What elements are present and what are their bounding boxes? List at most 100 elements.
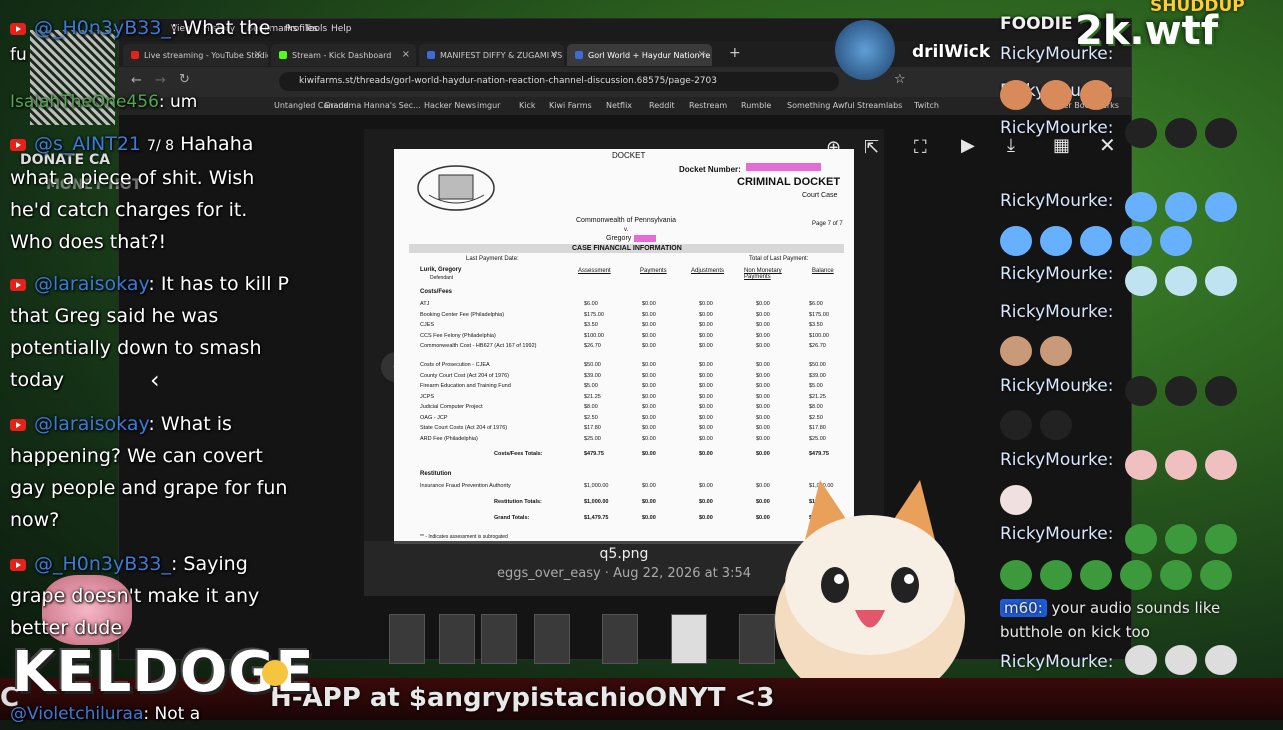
bookmark-item[interactable]: Kiwi Farms (549, 101, 592, 110)
thumbnail[interactable] (534, 614, 570, 664)
chat-username: RickyMourke: (1000, 118, 1114, 138)
tab-label: MANIFEST DIFFY & ZUGAMI VS (440, 50, 563, 60)
fee-row-cell: $175.00 (809, 311, 829, 318)
fee-row-cell: $0.00 (756, 343, 770, 349)
streamer-name: drilWick (912, 42, 991, 62)
fee-row-cell: $0.00 (756, 414, 770, 421)
chat-username: RickyMourke: (1000, 264, 1114, 284)
docket-label: Docket Number: (679, 165, 741, 174)
youtube-icon (10, 558, 26, 571)
bookmark-item[interactable]: Hacker News (424, 101, 476, 110)
bookmark-item[interactable]: Twitch (914, 101, 939, 110)
new-tab-button[interactable]: + (729, 45, 741, 61)
fee-row-cell: $50.00 (584, 362, 601, 368)
costs-total-cell: $0.00 (699, 451, 713, 457)
fee-row-cell: $0.00 (699, 301, 713, 307)
download-icon[interactable]: ⤓ (1007, 135, 1015, 156)
fee-row-cell: $17.80 (809, 425, 826, 431)
tab-manifest[interactable]: MANIFEST DIFFY & ZUGAMI VS × (419, 44, 564, 66)
col-adjustments: Adjustments (691, 268, 725, 274)
fee-row-cell: $6.00 (809, 301, 823, 307)
fee-row-cell: CCS Fee Felony (Philadelphia) (420, 332, 496, 339)
fee-row-cell: CJES (420, 322, 435, 328)
reload-icon[interactable]: ↻ (179, 72, 190, 87)
youtube-icon (10, 418, 26, 431)
close-icon[interactable]: × (402, 49, 410, 60)
thumbnail[interactable] (602, 614, 638, 664)
chat-message: @s_AINT21 7/ 8 Hahaha what a piece of sh… (10, 128, 295, 258)
fee-row-cell: $21.25 (584, 393, 601, 400)
thumbnail[interactable] (389, 614, 425, 664)
chat-message: @Violetchiluraa: Not a (10, 704, 201, 724)
url-field[interactable]: kiwifarms.st/threads/gorl-world-haydur-n… (279, 72, 839, 91)
chat-emote-icon (1205, 645, 1237, 675)
youtube-icon (10, 278, 26, 291)
chat-text: fu (10, 45, 27, 65)
bookmark-item[interactable]: imgur (477, 101, 500, 110)
fee-row-cell: $0.00 (756, 393, 770, 400)
fee-row-cell: ATJ (420, 301, 430, 307)
fee-row-cell: $3.50 (809, 322, 823, 328)
defendant-name: Lurik, Gregory (420, 267, 462, 273)
fee-row-cell: $2.50 (809, 414, 823, 421)
thumbnail[interactable] (439, 614, 475, 664)
chat-username: RickyMourke: (1000, 450, 1114, 470)
tab-gorl-world[interactable]: Gorl World + Haydur Nation re × (567, 44, 712, 66)
fee-row-cell: $0.00 (756, 425, 770, 431)
restitution-heading: Restitution (420, 471, 452, 477)
grand-total-cell: $0.00 (699, 515, 713, 521)
chat-emote-icon (1205, 376, 1237, 406)
bookmark-item[interactable]: Grandma Hanna's Sec... (324, 101, 421, 110)
fee-row-cell: $17.80 (584, 425, 601, 431)
thumbnail[interactable] (671, 614, 707, 664)
fee-row-cell: $0.00 (642, 311, 656, 318)
fee-row-cell: $0.00 (699, 322, 713, 328)
chat-emote-icon (1125, 266, 1157, 296)
restitution-total-cell: $1,000.00 (584, 499, 609, 505)
bookmark-item[interactable]: Netflix (606, 101, 632, 110)
grand-total-cell: $1,479.75 (584, 515, 609, 521)
chat-username: RickyMourke: (1000, 376, 1114, 396)
bookmark-item[interactable]: Restream (689, 101, 727, 110)
fee-row-cell: OAG - JCP (420, 414, 448, 421)
bookmark-item[interactable]: Rumble (741, 101, 771, 110)
chat-emote-icon (1120, 560, 1152, 590)
bookmark-item[interactable]: Reddit (649, 101, 675, 110)
chat-username: @s_AINT21 (34, 133, 141, 155)
chat-text: Not a (154, 704, 201, 724)
slideshow-play-icon[interactable]: ▶ (961, 135, 975, 156)
chat-emote-icon (1040, 410, 1072, 440)
restitution-total-cell: $0.00 (642, 499, 656, 505)
back-icon[interactable]: ← (131, 73, 142, 88)
chat-username: @laraisokay (34, 413, 149, 435)
bookmark-item[interactable]: Something Awful (787, 101, 855, 110)
bookmark-item[interactable]: Kick (519, 101, 536, 110)
close-icon[interactable]: × (550, 49, 558, 60)
fullscreen-icon[interactable]: ⛶ (914, 137, 927, 158)
open-external-icon[interactable]: ⇱ (864, 137, 879, 158)
thumbnail[interactable] (481, 614, 517, 664)
fee-row-cell: $0.00 (699, 332, 713, 339)
fee-row-cell: Booking Center Fee (Philadelphia) (420, 311, 505, 318)
menu-help[interactable]: Help (331, 24, 352, 34)
fee-row-cell: $26.70 (809, 343, 826, 349)
fee-row-cell: $0.00 (642, 404, 656, 410)
grid-icon[interactable]: ▦ (1053, 135, 1070, 156)
ticker-text: H-APP at $angrypistachioONYT <3 (270, 683, 775, 713)
doc-title: CRIMINAL DOCKET (737, 176, 841, 188)
fee-row-cell: $0.00 (642, 301, 656, 307)
chat-username: RickyMourke: (1000, 191, 1114, 211)
chat-emote-icon (1125, 192, 1157, 222)
tab-label: Gorl World + Haydur Nation re (588, 50, 711, 60)
bookmark-star-icon[interactable]: ☆ (894, 72, 906, 87)
forward-icon[interactable]: → (155, 73, 166, 88)
seal-icon (417, 165, 495, 211)
chevron-left-icon[interactable]: ‹ (150, 366, 160, 394)
fee-row-cell: $0.00 (699, 393, 713, 400)
youtube-icon (10, 22, 26, 35)
bookmark-item[interactable]: Streamlabs (857, 101, 902, 110)
fee-row-cell: $0.00 (642, 332, 656, 339)
fee-row-cell: $0.00 (756, 383, 770, 389)
close-icon[interactable]: × (698, 49, 706, 60)
chat-emote-icon (1200, 560, 1232, 590)
